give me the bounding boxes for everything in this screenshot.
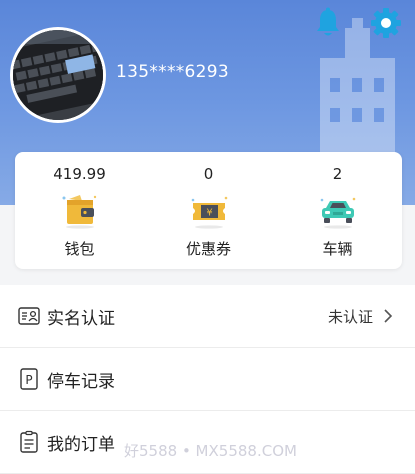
id-card-icon — [18, 307, 40, 325]
vehicle-stat[interactable]: 2 车辆 — [273, 152, 402, 269]
phone-number: 135****6293 — [116, 62, 230, 82]
svg-text:¥: ¥ — [206, 208, 212, 219]
svg-text:P: P — [25, 373, 32, 387]
chevron-right-icon — [384, 309, 393, 323]
verification-status: 未认证 — [327, 307, 373, 326]
menu-label-verification: 实名认证 — [47, 308, 115, 329]
gear-icon[interactable] — [369, 6, 403, 40]
car-icon — [320, 197, 355, 229]
header-actions — [311, 6, 403, 40]
background-building — [320, 18, 395, 168]
menu-label-my-orders: 我的订单 — [47, 434, 115, 455]
wallet-balance: 419.99 — [53, 165, 106, 183]
profile-screen: 135****6293 419.99 钱包 0 ¥ 优惠券 2 车辆 实名认证 … — [0, 0, 415, 474]
verification-status-group: 未认证 — [328, 306, 393, 327]
wallet-stat[interactable]: 419.99 钱包 — [15, 152, 144, 269]
vehicle-count: 2 — [332, 165, 343, 183]
wallet-icon — [62, 195, 96, 229]
parking-icon: P — [20, 368, 38, 390]
vehicle-label: 车辆 — [322, 240, 353, 258]
coupon-label: 优惠券 — [185, 240, 231, 258]
bell-icon[interactable] — [311, 6, 345, 40]
avatar-image — [13, 30, 103, 120]
menu-label-parking-records: 停车记录 — [47, 371, 115, 392]
menu-item-parking-records[interactable]: P 停车记录 — [0, 348, 415, 411]
coupon-icon: ¥ — [191, 196, 227, 229]
menu-item-real-name-verification[interactable]: 实名认证 未认证 — [0, 285, 415, 348]
wallet-label: 钱包 — [64, 240, 95, 258]
account-summary-card: 419.99 钱包 0 ¥ 优惠券 2 车辆 — [15, 152, 402, 269]
coupon-stat[interactable]: 0 ¥ 优惠券 — [144, 152, 273, 269]
order-list-icon — [20, 430, 38, 453]
coupon-count: 0 — [203, 165, 214, 183]
watermark: 好5588 • MX5588.COM — [124, 442, 297, 460]
avatar[interactable] — [10, 27, 106, 123]
